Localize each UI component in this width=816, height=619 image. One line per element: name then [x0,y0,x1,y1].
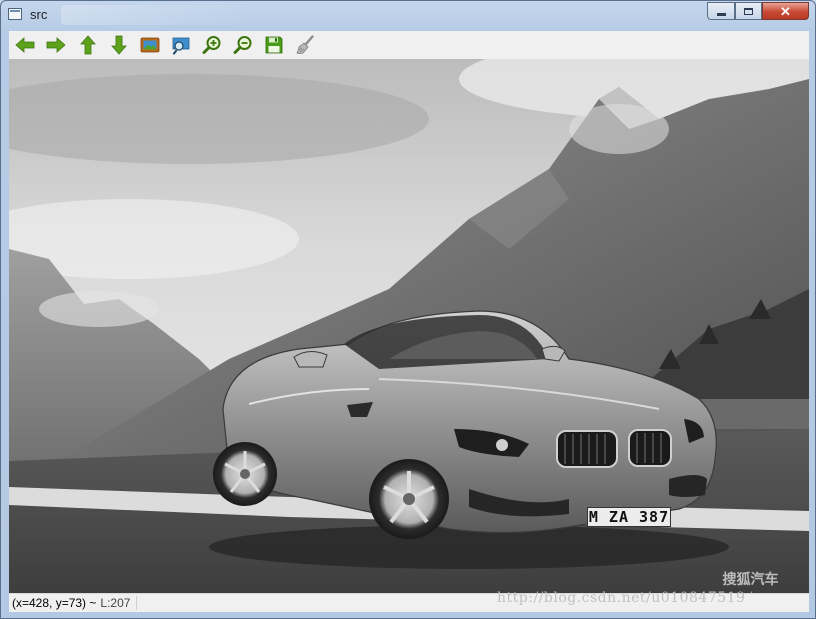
zoom-out-button[interactable] [231,33,255,57]
app-window: src ✕ M ZA 387 搜狐汽车 (x=428, y=73) ~ L:20… [0,0,816,619]
zoom-in-button[interactable] [200,33,224,57]
arrow-left-icon [15,37,35,53]
zoom-region-button[interactable] [169,33,193,57]
maximize-button[interactable] [735,2,762,20]
pixel-level: L:207 [96,596,138,610]
sohu-watermark-text: 搜狐汽车 [722,571,779,587]
zoom-region-icon [172,37,190,55]
properties-button[interactable] [293,33,317,57]
arrow-down-icon [111,35,127,55]
floppy-disk-icon [265,36,283,54]
save-button[interactable] [262,33,286,57]
picture-icon [140,37,160,53]
license-plate: M ZA 387 [587,507,671,527]
app-window-icon[interactable] [8,8,22,20]
minimize-icon [716,12,726,16]
minimize-button[interactable] [707,2,735,20]
blog-watermark: http://blog.csdn.net/u010847519 [497,590,746,606]
window-title: src [30,7,48,22]
cursor-coordinates: (x=428, y=73) ~ [12,596,97,610]
car-photo [9,59,809,593]
maximize-icon [744,7,753,15]
arrow-right-icon [46,37,66,53]
pan-left-button[interactable] [13,33,37,57]
arrow-up-icon [80,35,96,55]
title-glow [61,5,261,25]
image-canvas[interactable] [9,59,809,593]
pan-up-button[interactable] [76,33,100,57]
fit-to-window-button[interactable] [138,33,162,57]
brush-icon [296,35,314,54]
client-area: M ZA 387 搜狐汽车 auto.sohu.com (x=428, y=73… [9,31,809,612]
title-bar[interactable]: src ✕ [1,1,815,29]
close-button[interactable]: ✕ [762,2,809,20]
zoom-in-icon [202,36,221,54]
pan-down-button[interactable] [107,33,131,57]
close-icon: ✕ [780,3,791,19]
zoom-out-icon [233,36,252,54]
pan-right-button[interactable] [44,33,68,57]
toolbar [9,31,809,59]
